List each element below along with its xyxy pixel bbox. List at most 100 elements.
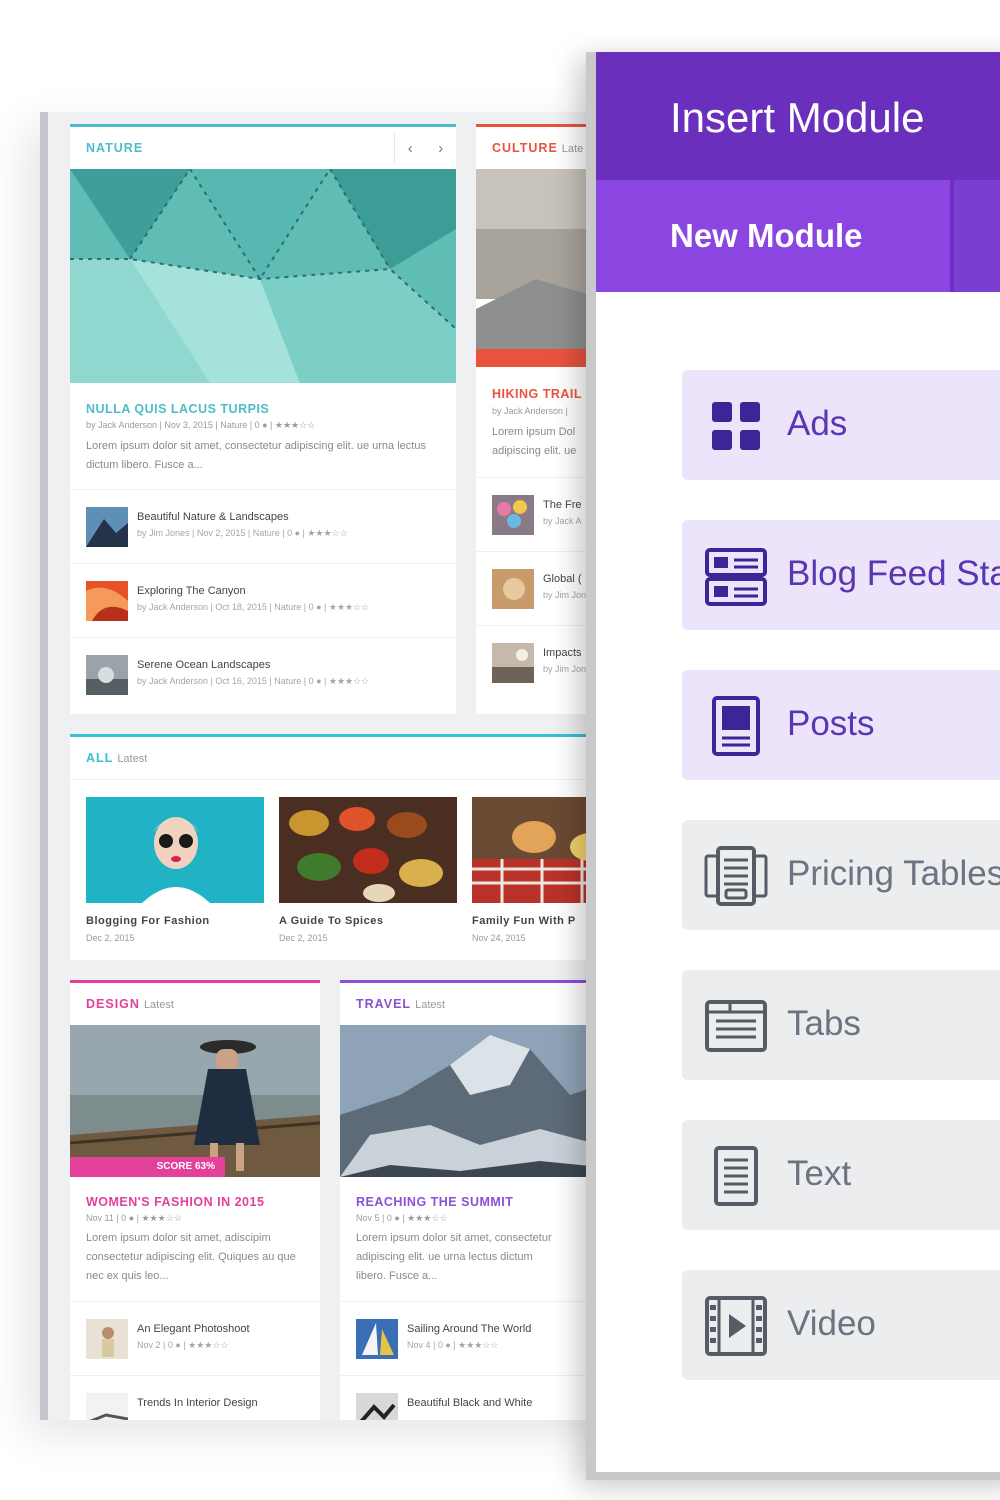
- list-item[interactable]: Exploring The Canyon by Jack Anderson | …: [70, 563, 456, 637]
- module-label: Tabs: [787, 1004, 861, 1043]
- design-featured-title[interactable]: WOMEN'S FASHION IN 2015: [86, 1195, 264, 1209]
- panel-header: Insert Module: [596, 52, 1000, 180]
- all-item-image[interactable]: [279, 797, 457, 903]
- all-latest-text: Latest: [117, 753, 148, 765]
- row-meta: by Jim Jon: [543, 590, 587, 600]
- row-thumbnail: [492, 495, 534, 535]
- row-title: Sailing Around The World: [407, 1323, 532, 1335]
- all-item-title[interactable]: A Guide To Spices: [279, 915, 383, 927]
- insert-module-panel: Insert Module New Module Ads Blog Feed S…: [586, 52, 1000, 1480]
- all-item-title[interactable]: Family Fun With P: [472, 915, 576, 927]
- design-featured-image[interactable]: SCORE 63%: [70, 1025, 320, 1177]
- magazine-preview: NATURE ‹ › NULLA QUIS LACUS TURPIS by Ja…: [40, 112, 620, 1420]
- culture-featured-excerpt: Lorem ipsum Dol adipiscing elit. ue: [492, 426, 577, 457]
- module-blog-feed[interactable]: Blog Feed Sta: [682, 520, 1000, 630]
- panel-title: Insert Module: [670, 94, 925, 141]
- row-meta: Nov 4 | 0 ● | ★★★☆☆: [407, 1340, 499, 1350]
- row-meta: by Jim Jones | Nov 2, 2015 | Nature | 0 …: [137, 528, 348, 538]
- travel-featured-title[interactable]: REACHING THE SUMMIT: [356, 1195, 513, 1209]
- row-title: Serene Ocean Landscapes: [137, 659, 271, 671]
- screenshot-stage: NATURE ‹ › NULLA QUIS LACUS TURPIS by Ja…: [0, 0, 1000, 1500]
- design-featured-meta: Nov 11 | 0 ● | ★★★☆☆: [86, 1213, 182, 1223]
- design-category-text: DESIGN: [86, 997, 140, 1011]
- row-title: Trends In Interior Design: [137, 1397, 258, 1409]
- list-item[interactable]: Serene Ocean Landscapes by Jack Anderson…: [70, 637, 456, 711]
- nature-category-label: NATURE: [86, 141, 144, 155]
- video-film-icon: [705, 1296, 767, 1356]
- row-title: The Fre: [543, 499, 582, 511]
- panel-tabs: New Module: [596, 180, 1000, 292]
- score-badge: SCORE 63%: [70, 1157, 225, 1177]
- culture-category-text: CULTURE: [492, 141, 558, 155]
- text-document-icon: [714, 1146, 758, 1206]
- row-thumbnail: [86, 1319, 128, 1359]
- tab-new-module-label: New Module: [670, 217, 863, 254]
- all-item-image[interactable]: [86, 797, 264, 903]
- nature-featured-title[interactable]: NULLA QUIS LACUS TURPIS: [86, 402, 269, 416]
- module-label: Video: [787, 1304, 876, 1343]
- row-thumbnail: [492, 569, 534, 609]
- module-tabs[interactable]: Tabs: [682, 970, 1000, 1080]
- pricing-table-icon: [704, 846, 768, 906]
- row-title: Impacts: [543, 647, 582, 659]
- row-thumbnail: [492, 643, 534, 683]
- travel-featured-image[interactable]: [340, 1025, 620, 1177]
- row-meta: by Jack Anderson | Oct 16, 2015 | Nature…: [137, 676, 370, 686]
- row-title: Global (: [543, 573, 582, 585]
- row-thumbnail: [356, 1393, 398, 1420]
- row-title: Beautiful Black and White: [407, 1397, 533, 1409]
- row-meta: by Jack Anderson | Oct 18, 2015 | Nature…: [137, 602, 370, 612]
- all-category-text: ALL: [86, 751, 114, 765]
- all-item-date: Nov 24, 2015: [472, 933, 526, 943]
- module-label: Text: [787, 1154, 852, 1193]
- all-item-title[interactable]: Blogging For Fashion: [86, 915, 210, 927]
- travel-category-label: TRAVEL Latest: [356, 997, 445, 1011]
- culture-featured-meta: by Jack Anderson |: [492, 406, 568, 416]
- nature-featured-image[interactable]: [70, 169, 456, 383]
- nature-carousel-arrows: ‹ ›: [394, 133, 456, 163]
- all-latest-card: ALL Latest Blogging For Fashion Dec 2, 20…: [70, 734, 620, 960]
- list-item[interactable]: Beautiful Black and White: [340, 1375, 620, 1420]
- chevron-right-icon[interactable]: ›: [438, 140, 443, 157]
- travel-featured-excerpt: Lorem ipsum dolor sit amet, consectetur …: [356, 1232, 552, 1282]
- module-posts[interactable]: Posts: [682, 670, 1000, 780]
- module-label: Pricing Tables: [787, 854, 1000, 893]
- tabs-icon: [705, 1000, 767, 1052]
- row-title: Beautiful Nature & Landscapes: [137, 511, 289, 523]
- row-meta: by Jack A: [543, 516, 582, 526]
- design-latest-text: Latest: [143, 999, 174, 1011]
- design-category-label: DESIGN Latest: [86, 997, 174, 1011]
- nature-featured-excerpt: Lorem ipsum dolor sit amet, consectetur …: [86, 440, 426, 471]
- nature-card: NATURE ‹ › NULLA QUIS LACUS TURPIS by Ja…: [70, 124, 456, 714]
- culture-latest-text: Late: [561, 143, 584, 155]
- module-label: Blog Feed Sta: [787, 554, 1000, 593]
- row-meta: Nov 2 | 0 ● | ★★★☆☆: [137, 1340, 229, 1350]
- list-item[interactable]: Trends In Interior Design: [70, 1375, 320, 1420]
- all-item-date: Dec 2, 2015: [279, 933, 328, 943]
- row-thumbnail: [86, 655, 128, 695]
- row-title: An Elegant Photoshoot: [137, 1323, 250, 1335]
- module-text[interactable]: Text: [682, 1120, 1000, 1230]
- travel-featured-meta: Nov 5 | 0 ● | ★★★☆☆: [356, 1213, 448, 1223]
- list-item[interactable]: An Elegant Photoshoot Nov 2 | 0 ● | ★★★☆…: [70, 1301, 320, 1375]
- list-item[interactable]: Beautiful Nature & Landscapes by Jim Jon…: [70, 489, 456, 563]
- module-pricing-tables[interactable]: Pricing Tables: [682, 820, 1000, 930]
- chevron-left-icon[interactable]: ‹: [408, 140, 413, 157]
- row-meta: by Jim Jon: [543, 664, 587, 674]
- culture-category-label: CULTURE Late: [492, 141, 583, 155]
- posts-icon: [712, 696, 760, 756]
- module-label: Ads: [787, 404, 848, 443]
- module-video[interactable]: Video: [682, 1270, 1000, 1380]
- module-ads[interactable]: Ads: [682, 370, 1000, 480]
- grid-icon: [712, 402, 760, 450]
- list-item[interactable]: Sailing Around The World Nov 4 | 0 ● | ★…: [340, 1301, 620, 1375]
- row-thumbnail: [86, 1393, 128, 1420]
- row-thumbnail: [86, 581, 128, 621]
- all-item-date: Dec 2, 2015: [86, 933, 135, 943]
- tab-new-module[interactable]: New Module: [596, 180, 950, 292]
- all-category-label: ALL Latest: [86, 751, 147, 765]
- row-title: Exploring The Canyon: [137, 585, 246, 597]
- culture-featured-title[interactable]: HIKING TRAIL: [492, 387, 582, 401]
- tab-divider: [950, 180, 954, 292]
- blog-feed-icon: [705, 548, 767, 606]
